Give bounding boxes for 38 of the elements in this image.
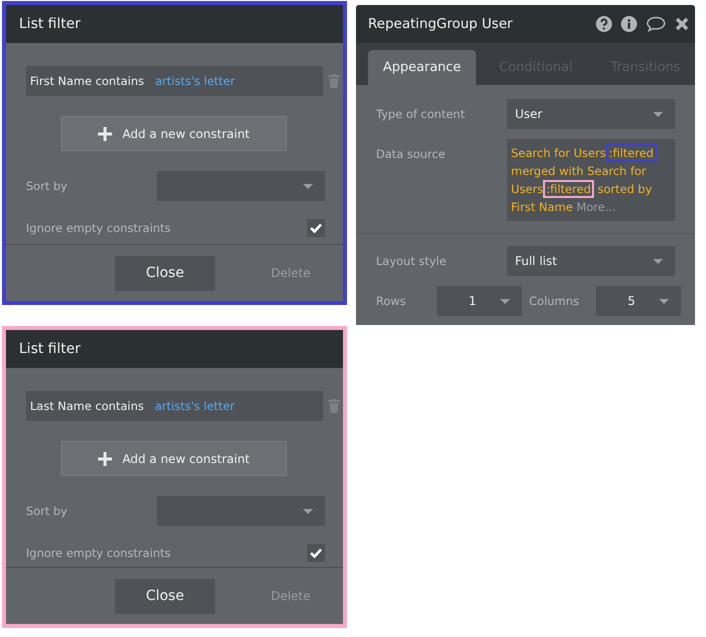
add-constraint-button[interactable]: Add a new constraint	[61, 441, 287, 476]
comment-icon[interactable]	[646, 16, 666, 32]
constraint-row[interactable]: First Name contains artists's letter	[26, 66, 323, 96]
tab[interactable]: Appearance	[368, 50, 476, 85]
field-label: Columns	[528, 294, 580, 308]
rows-dropdown[interactable]: 1	[437, 286, 522, 316]
caret-icon	[653, 112, 663, 116]
data-source-field[interactable]: Search for Users :filtered merged with Search for Users :filtered sorted by First Name More...	[507, 139, 675, 221]
constraint-row[interactable]: Last Name contains artists's letter	[26, 391, 323, 421]
field-label: Rows	[376, 294, 407, 308]
close-icon[interactable]	[675, 17, 689, 31]
field-label: Layout style	[376, 254, 448, 268]
layout-dropdown[interactable]: Full list	[507, 246, 675, 276]
caret-icon	[659, 298, 669, 304]
close-button[interactable]: Close	[115, 578, 215, 614]
help-icon[interactable]	[596, 16, 612, 32]
info-icon[interactable]	[621, 16, 637, 32]
add-constraint-button[interactable]: Add a new constraint	[61, 116, 287, 151]
caret-icon	[303, 184, 313, 188]
sort-label: Sort by	[26, 179, 68, 193]
dialog-title: List filter	[19, 16, 80, 32]
plus-icon	[98, 126, 112, 140]
dialog-title: List filter	[19, 341, 80, 357]
columns-dropdown[interactable]: 5	[596, 286, 681, 316]
checkbox[interactable]	[307, 544, 325, 562]
plus-icon	[98, 452, 112, 466]
field-label: Data source	[376, 146, 446, 161]
close-button[interactable]: Close	[115, 256, 215, 290]
panel-title: RepeatingGroup User	[368, 16, 513, 32]
checkbox[interactable]	[307, 219, 325, 237]
checkbox-label: Ignore empty constraints	[26, 221, 171, 235]
checkbox-label: Ignore empty constraints	[26, 546, 171, 560]
caret-icon	[500, 298, 510, 304]
caret-icon	[303, 508, 313, 514]
field-label: Type of content	[376, 107, 466, 121]
caret-icon	[653, 258, 663, 264]
type-dropdown[interactable]: User	[507, 99, 675, 129]
sort-label: Sort by	[26, 504, 68, 518]
